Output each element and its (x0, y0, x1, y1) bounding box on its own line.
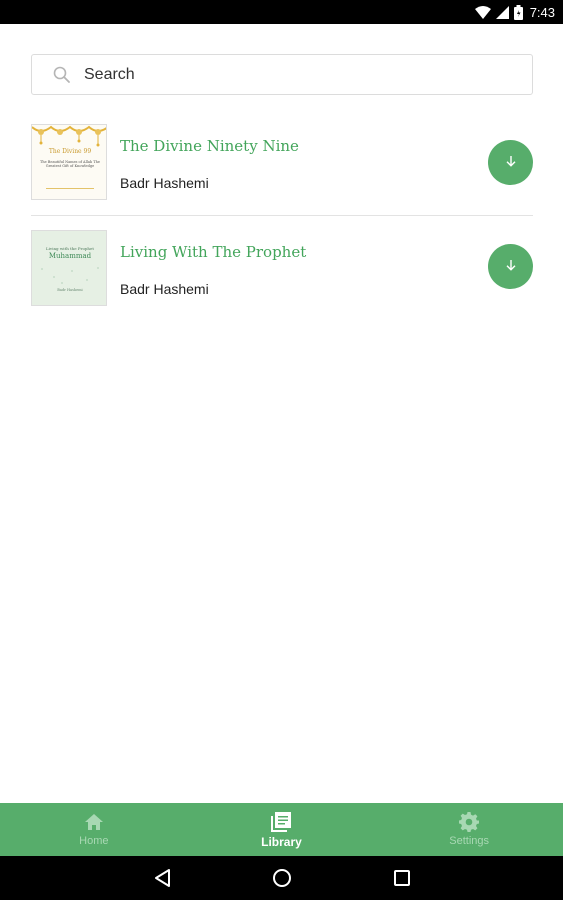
library-icon (271, 812, 292, 832)
nav-item-settings[interactable]: Settings (375, 803, 563, 856)
nav-label-library: Library (261, 835, 302, 849)
nav-label-settings: Settings (449, 835, 490, 847)
download-icon (505, 154, 517, 172)
book-author: Badr Hashemi (120, 281, 209, 297)
book-title[interactable]: The Divine Ninety Nine (120, 137, 299, 155)
cover-subtitle: Muhammad (48, 252, 92, 260)
list-divider (31, 215, 533, 216)
book-cover[interactable]: The Divine 99 The Beautiful Names of All… (31, 124, 107, 200)
download-button[interactable] (488, 140, 533, 185)
cover-footer: Badr Hashemi (57, 288, 83, 292)
signal-icon (495, 5, 509, 19)
cover-title: Living with the Prophet (46, 246, 94, 251)
recents-icon[interactable] (393, 868, 411, 893)
cover-pattern-decoration (41, 267, 99, 284)
status-bar: 7:43 (0, 0, 563, 24)
cover-garland-decoration (32, 125, 106, 147)
book-cover[interactable]: Living with the Prophet Muhammad Badr Ha… (31, 230, 107, 306)
battery-icon (513, 4, 523, 20)
wifi-icon (474, 5, 491, 19)
book-list-item[interactable]: Living with the Prophet Muhammad Badr Ha… (31, 230, 533, 306)
search-input[interactable] (84, 55, 524, 94)
home-circle-icon[interactable] (272, 868, 292, 893)
status-icons: 7:43 (474, 0, 555, 24)
cover-title: The Divine 99 (48, 148, 92, 155)
cover-subtitle: The Beautiful Names of Allah The Greates… (40, 160, 100, 168)
status-time: 7:43 (529, 4, 555, 20)
bottom-nav: Home Library Settings (0, 803, 563, 856)
home-icon (84, 812, 103, 832)
search-box[interactable] (31, 54, 533, 95)
cover-rule (46, 188, 94, 189)
book-title[interactable]: Living With The Prophet (120, 243, 306, 261)
gear-icon (459, 812, 480, 832)
search-icon (53, 66, 71, 89)
back-icon[interactable] (154, 868, 172, 893)
nav-item-library[interactable]: Library (188, 803, 376, 856)
book-list-item[interactable]: The Divine 99 The Beautiful Names of All… (31, 124, 533, 200)
download-button[interactable] (488, 244, 533, 289)
book-author: Badr Hashemi (120, 175, 209, 191)
nav-item-home[interactable]: Home (0, 803, 188, 856)
download-icon (505, 258, 517, 276)
system-nav-bar (0, 856, 563, 900)
nav-label-home: Home (79, 835, 109, 847)
